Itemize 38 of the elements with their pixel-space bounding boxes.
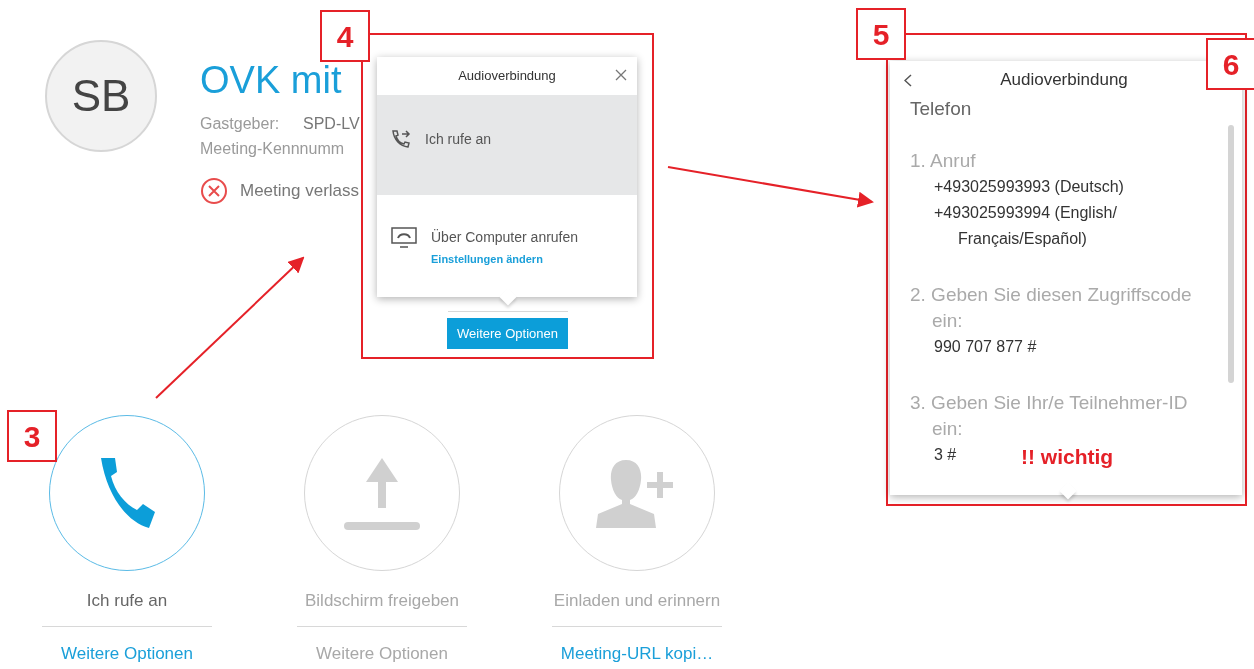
more-options-link[interactable]: Meeting-URL kopi… <box>560 640 714 666</box>
callout-number: 4 <box>320 10 370 62</box>
back-icon[interactable] <box>904 74 912 87</box>
option-label: Über Computer anrufen <box>431 228 579 247</box>
step-value: +493025993994 (English/ Français/Español) <box>934 202 1118 249</box>
callout-number: 5 <box>856 8 906 60</box>
audio-option[interactable]: Über Computer anrufen Einstellungen ändern <box>377 195 637 295</box>
popup-title: Audioverbindung <box>458 67 556 86</box>
action-label: Bildschirm freigeben <box>305 590 459 612</box>
annotation-note: !! wichtig <box>1021 444 1114 470</box>
step-label: 2. Geben Sie diesen Zugriffscode ein: <box>910 282 1193 333</box>
section-title: Telefon <box>910 97 973 121</box>
callout-number: 6 <box>1206 38 1254 90</box>
more-options-link[interactable]: Weitere Optionen <box>61 640 193 666</box>
meeting-number-label: Meeting-Kennnumm <box>200 139 345 159</box>
step-value: 3 # <box>934 444 958 465</box>
action-label: Ich rufe an <box>86 590 168 612</box>
step-label: 3. Geben Sie Ihr/e Teilnehmer-ID ein: <box>910 390 1189 441</box>
avatar: SB <box>45 40 157 152</box>
host-name: SPD-LV <box>303 114 360 134</box>
leave-icon[interactable] <box>200 177 228 205</box>
phone-call-icon <box>391 129 411 149</box>
popup-title: Audioverbindung <box>1000 69 1128 92</box>
settings-link[interactable]: Einstellungen ändern <box>431 251 579 268</box>
step-label: 1. Anruf <box>910 148 977 173</box>
step-value: +493025993993 (Deutsch) <box>934 176 1124 197</box>
callout-number: 3 <box>7 410 57 462</box>
close-icon[interactable] <box>615 69 627 81</box>
action-label: Einladen und erinnern <box>553 590 721 612</box>
audio-option[interactable]: Ich rufe an <box>377 95 637 195</box>
option-label: Ich rufe an <box>425 130 492 149</box>
scrollbar[interactable] <box>1228 125 1234 383</box>
more-options-button[interactable]: Weitere Optionen <box>447 318 568 349</box>
more-options-link: Weitere Optionen <box>316 642 448 665</box>
computer-call-icon <box>391 227 417 249</box>
leave-meeting-link[interactable]: Meeting verlass <box>240 178 360 204</box>
step-value: 990 707 877 # <box>934 336 1037 357</box>
host-label: Gastgeber: <box>200 114 280 134</box>
